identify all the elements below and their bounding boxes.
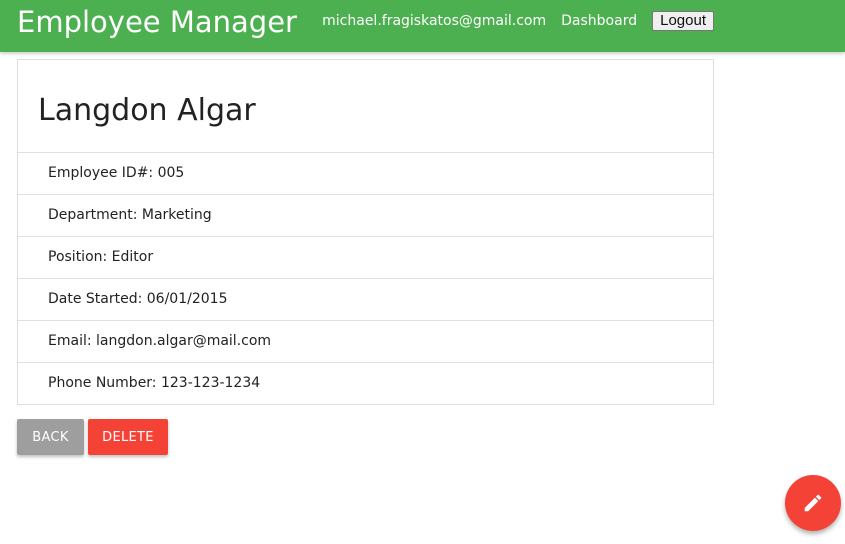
employee-card: Langdon Algar Employee ID#: 005 Departme… [17, 59, 714, 405]
edit-fab-button[interactable] [785, 475, 841, 531]
card-header: Langdon Algar [18, 60, 713, 153]
logout-button[interactable]: Logout [652, 11, 714, 31]
employee-name: Langdon Algar [38, 93, 256, 128]
detail-position: Position: Editor [18, 237, 713, 279]
detail-email: Email: langdon.algar@mail.com [18, 321, 713, 363]
user-email: michael.fragiskatos@gmail.com [322, 13, 547, 29]
detail-department: Department: Marketing [18, 195, 713, 237]
pencil-icon [804, 494, 822, 512]
nav-links: michael.fragiskatos@gmail.com Dashboard … [322, 10, 714, 32]
app-title[interactable]: Employee Manager [17, 4, 297, 40]
detail-date-started: Date Started: 06/01/2015 [18, 279, 713, 321]
detail-employee-id: Employee ID#: 005 [18, 153, 713, 195]
delete-button[interactable]: Delete [88, 419, 168, 455]
detail-phone: Phone Number: 123-123-1234 [48, 375, 261, 391]
dashboard-link[interactable]: Dashboard [561, 10, 637, 32]
back-button[interactable]: Back [17, 419, 84, 455]
navbar: Employee Manager michael.fragiskatos@gma… [0, 0, 845, 52]
